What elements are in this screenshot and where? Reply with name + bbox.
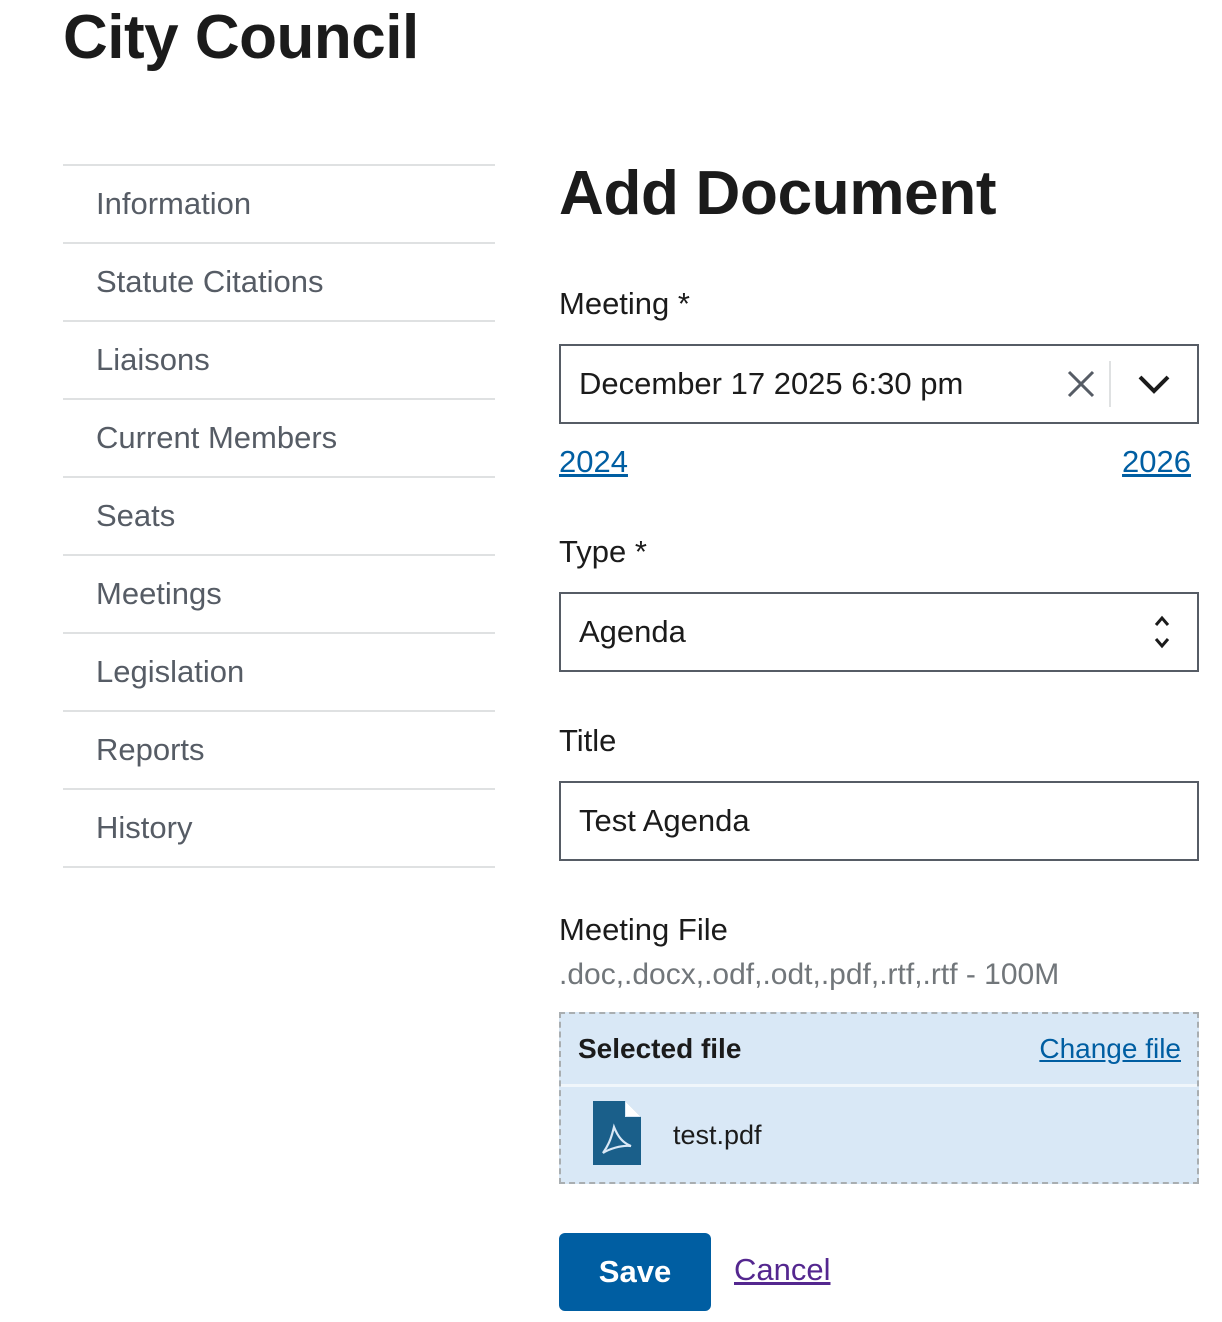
type-label: Type * <box>559 534 647 569</box>
sidebar-item-statute-citations[interactable]: Statute Citations <box>63 244 495 322</box>
save-button[interactable]: Save <box>559 1233 711 1311</box>
file-type-hint: .doc,.docx,.odf,.odt,.pdf,.rtf,.rtf - 10… <box>559 958 1060 991</box>
selected-file-heading: Selected file <box>578 1033 742 1064</box>
type-select[interactable]: Agenda <box>559 592 1199 672</box>
sidebar-item-legislation[interactable]: Legislation <box>63 634 495 712</box>
sidebar-item-liaisons[interactable]: Liaisons <box>63 322 495 400</box>
cancel-link[interactable]: Cancel <box>734 1252 831 1288</box>
selected-filename: test.pdf <box>673 1119 762 1150</box>
sidebar-nav: Information Statute Citations Liaisons C… <box>63 164 495 868</box>
meeting-file-label: Meeting File <box>559 912 728 947</box>
title-value[interactable]: Test Agenda <box>579 803 750 839</box>
pdf-file-icon <box>593 1100 641 1170</box>
meeting-combobox[interactable]: December 17 2025 6:30 pm <box>559 344 1199 424</box>
sidebar-item-meetings[interactable]: Meetings <box>63 556 495 634</box>
sidebar-item-current-members[interactable]: Current Members <box>63 400 495 478</box>
selected-file-item: test.pdf <box>561 1087 1197 1183</box>
sidebar-item-seats[interactable]: Seats <box>63 478 495 556</box>
change-file-link[interactable]: Change file <box>1039 1033 1181 1065</box>
type-value: Agenda <box>579 614 686 649</box>
sidebar-item-information[interactable]: Information <box>63 166 495 244</box>
next-year-link[interactable]: 2026 <box>1122 444 1191 480</box>
meeting-value[interactable]: December 17 2025 6:30 pm <box>579 366 1053 402</box>
add-document-form: Add Document Meeting * December 17 2025 … <box>559 150 1199 1311</box>
page-title: Add Document <box>559 159 997 228</box>
site-title: City Council <box>63 3 419 72</box>
previous-year-link[interactable]: 2024 <box>559 444 628 480</box>
sidebar-item-history[interactable]: History <box>63 790 495 868</box>
file-dropzone[interactable]: Selected file Change file test.pdf <box>559 1012 1199 1184</box>
dropzone-header: Selected file Change file <box>561 1014 1197 1087</box>
meeting-label: Meeting * <box>559 286 690 321</box>
sidebar-item-reports[interactable]: Reports <box>63 712 495 790</box>
title-input[interactable]: Test Agenda <box>559 781 1199 861</box>
select-arrows-icon <box>1153 614 1171 658</box>
chevron-down-icon[interactable] <box>1111 346 1197 422</box>
title-label: Title <box>559 723 617 758</box>
clear-icon[interactable] <box>1053 346 1109 422</box>
